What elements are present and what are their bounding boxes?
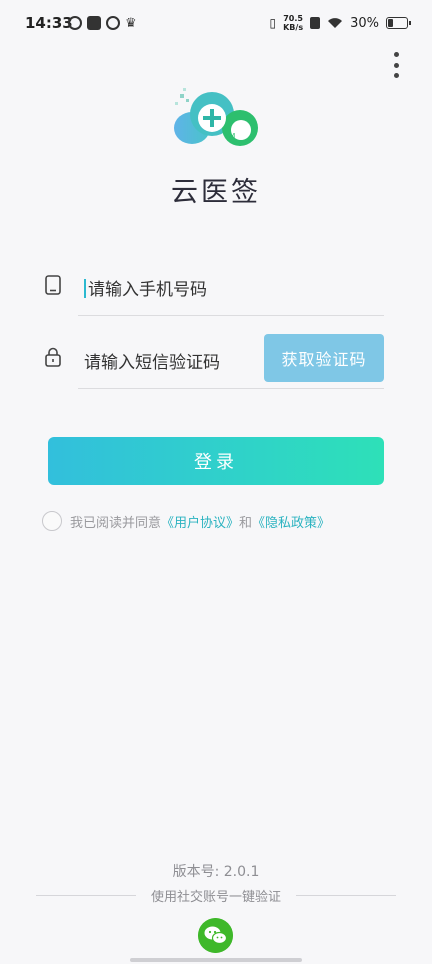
phone-row: 请输入手机号码 [40, 262, 384, 316]
svg-text:YM: YM [224, 132, 235, 140]
agreement-and: 和 [239, 515, 253, 531]
divider-right [296, 895, 396, 896]
app-logo: YM [174, 88, 258, 146]
code-underline [78, 388, 384, 389]
agreement-prefix: 我已阅读并同意 [70, 515, 162, 531]
status-app-icons: ♛ [68, 16, 137, 31]
phone-input[interactable]: 请输入手机号码 [84, 275, 207, 300]
battery-percent: 30% [350, 15, 379, 31]
app-notification-icon [68, 16, 82, 30]
vibrate-icon: ▯ [269, 16, 277, 30]
home-indicator[interactable] [130, 958, 302, 962]
status-bar: 14:33 ♛ ▯ 70.5 KB/s 30% [0, 0, 432, 52]
net-speed: 70.5 KB/s [283, 14, 304, 32]
text-cursor [84, 279, 86, 298]
phone-icon [45, 275, 61, 295]
code-row: 请输入短信验证码 获取验证码 [40, 334, 384, 389]
lock-icon [45, 347, 61, 367]
agree-checkbox[interactable] [42, 511, 62, 531]
get-code-button[interactable]: 获取验证码 [264, 334, 384, 382]
phone-underline [78, 315, 384, 316]
wifi-icon [328, 18, 343, 28]
crown-icon: ♛ [125, 16, 137, 31]
agreement-row: 我已阅读并同意 《用户协议》 和 《隐私政策》 [42, 511, 330, 531]
social-login-divider: 使用社交账号一键验证 [36, 886, 396, 906]
app-notification-icon [106, 16, 120, 30]
version-text: 版本号: 2.0.1 [172, 864, 260, 880]
login-screen: 14:33 ♛ ▯ 70.5 KB/s 30% YM 云医签 请输入手机号码 请… [0, 0, 432, 964]
more-menu-icon[interactable] [386, 52, 406, 78]
app-name: 云医签 [171, 177, 261, 208]
battery-icon [386, 17, 411, 29]
sim-icon [310, 17, 321, 29]
tiktok-icon [87, 16, 101, 30]
status-indicators: ▯ 70.5 KB/s 30% [269, 14, 411, 32]
status-time: 14:33 [25, 14, 73, 32]
wechat-icon[interactable] [198, 918, 233, 953]
code-input[interactable]: 请输入短信验证码 [84, 348, 220, 373]
user-agreement-link[interactable]: 《用户协议》 [161, 512, 239, 531]
privacy-policy-link[interactable]: 《隐私政策》 [252, 512, 330, 531]
login-button[interactable]: 登录 [48, 437, 384, 485]
